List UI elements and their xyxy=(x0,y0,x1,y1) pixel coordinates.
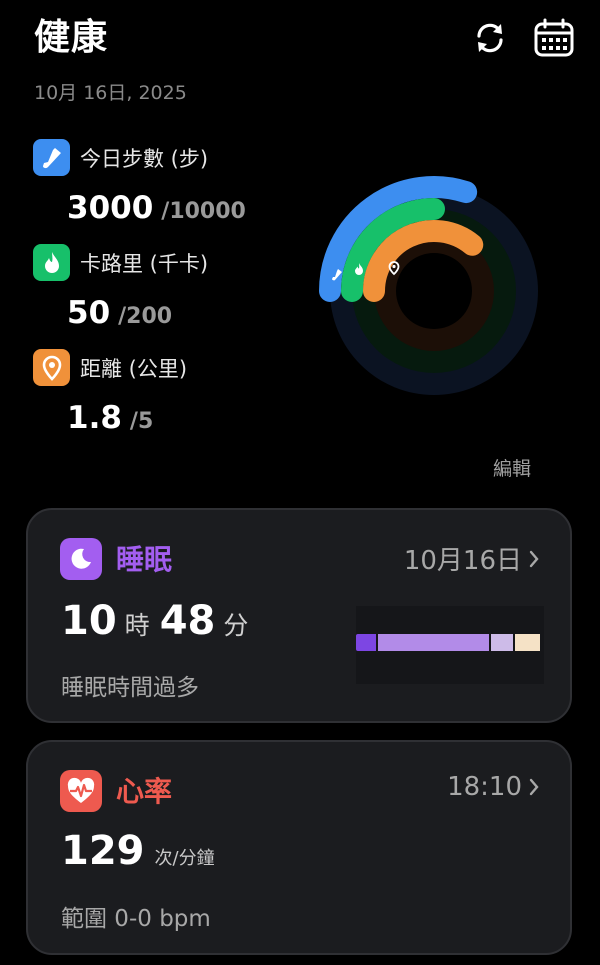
flame-icon xyxy=(33,244,70,281)
steps-value: 3000 xyxy=(67,190,154,226)
steps-label-row: 今日步數 (步) xyxy=(33,139,208,176)
steps-goal: /10000 xyxy=(161,199,246,224)
sleep-stage-rem xyxy=(489,634,513,651)
heart-rate-reading: 129 次/分鐘 xyxy=(61,828,215,874)
svg-text:z: z xyxy=(83,551,88,560)
chevron-right-icon xyxy=(529,778,539,796)
refresh-icon xyxy=(477,23,503,53)
location-pin-icon xyxy=(33,349,70,386)
calories-value-row: 50 /200 xyxy=(67,295,172,331)
moon-icon: z xyxy=(60,538,102,580)
sleep-card[interactable]: z 睡眠 10月16日 10 時 48 分 睡眠時間過多 xyxy=(26,508,572,723)
heart-rate-value: 129 xyxy=(61,828,145,874)
sleep-stage-chart xyxy=(356,606,544,684)
sleep-stage-deep xyxy=(356,634,377,651)
sleep-minutes-unit: 分 xyxy=(223,611,249,640)
sleep-hours-unit: 時 xyxy=(124,611,150,640)
distance-goal: /5 xyxy=(129,409,154,434)
distance-label-row: 距離 (公里) xyxy=(33,349,187,386)
distance-label: 距離 (公里) xyxy=(80,356,188,381)
heart-rate-title: 心率 xyxy=(116,775,173,808)
calories-label-row: 卡路里 (千卡) xyxy=(33,244,208,281)
sleep-hours: 10 xyxy=(61,598,117,644)
sleep-stage-awake xyxy=(512,634,541,651)
calories-value: 50 xyxy=(67,295,111,331)
heart-rate-time-link[interactable]: 18:10 xyxy=(447,772,540,802)
distance-value-row: 1.8 /5 xyxy=(67,400,153,436)
shoe-icon xyxy=(33,139,70,176)
calories-goal: /200 xyxy=(118,304,173,329)
activity-rings[interactable] xyxy=(318,175,550,407)
heart-rate-card[interactable]: 心率 18:10 129 次/分鐘 範圍 0-0 bpm xyxy=(26,740,572,955)
sleep-status: 睡眠時間過多 xyxy=(61,675,199,701)
page-title: 健康 xyxy=(34,17,109,58)
heart-rate-time: 18:10 xyxy=(447,772,522,802)
steps-label: 今日步數 (步) xyxy=(80,146,209,171)
heart-rate-unit: 次/分鐘 xyxy=(154,848,215,869)
sleep-date: 10月16日 xyxy=(403,546,522,576)
sleep-date-link[interactable]: 10月16日 xyxy=(404,540,540,577)
sync-button[interactable] xyxy=(468,16,512,60)
calories-label: 卡路里 (千卡) xyxy=(80,251,209,276)
sleep-minutes: 48 xyxy=(159,598,216,644)
heart-icon xyxy=(60,770,102,812)
distance-value: 1.8 xyxy=(67,400,122,436)
sleep-title: 睡眠 xyxy=(116,543,173,576)
sleep-stage-bar xyxy=(356,634,544,651)
sleep-duration: 10 時 48 分 xyxy=(61,598,258,644)
health-dashboard: 健康 10月 16日, 2025 今日步數 (步) 3000 /10000 卡路… xyxy=(0,0,600,965)
current-date: 10月 16日, 2025 xyxy=(34,82,187,104)
steps-value-row: 3000 /10000 xyxy=(67,190,246,226)
heart-rate-range: 範圍 0-0 bpm xyxy=(61,906,211,932)
chevron-right-icon xyxy=(529,550,539,567)
edit-button[interactable]: 編輯 xyxy=(493,454,531,481)
calendar-icon xyxy=(534,18,574,57)
calendar-button[interactable] xyxy=(532,16,576,60)
sleep-stage-light xyxy=(376,634,490,651)
